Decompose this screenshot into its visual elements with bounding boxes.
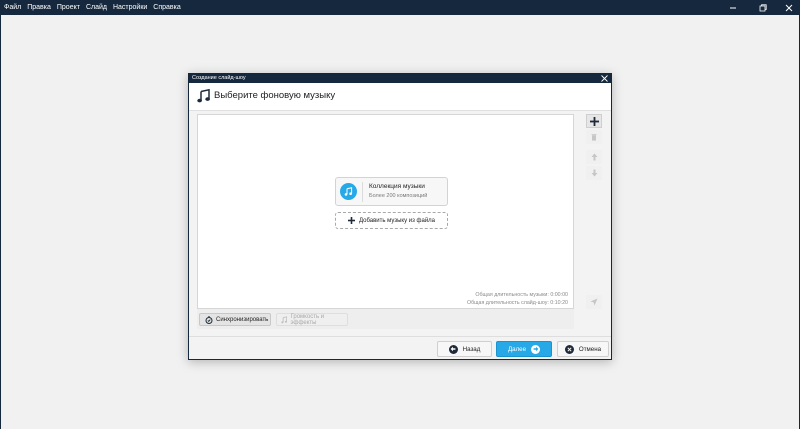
menu-project[interactable]: Проект xyxy=(57,0,80,15)
volume-effects-button[interactable]: Громкость и эффекты xyxy=(276,313,348,326)
total-slideshow-duration: Общая длительность слайд-шоу: 0:10:20 xyxy=(466,300,568,306)
menu-file[interactable]: Файл xyxy=(4,0,21,15)
next-label: Далее xyxy=(507,345,527,353)
music-note-icon xyxy=(281,315,288,323)
slideshow-wizard-dialog: Создание слайд-шоу Выберите фоновую музы… xyxy=(188,73,612,360)
paper-plane-icon xyxy=(590,298,598,306)
minimize-icon xyxy=(730,7,736,8)
maximize-button[interactable] xyxy=(752,0,774,15)
back-button[interactable]: Назад xyxy=(437,341,492,357)
list-toolbar xyxy=(586,113,604,311)
back-label: Назад xyxy=(462,345,481,353)
music-collection-icon xyxy=(340,183,357,200)
synchronize-label: Синхронизировать xyxy=(216,316,269,323)
collection-subtitle: Более 200 композиций xyxy=(369,193,428,199)
menu-help[interactable]: Справка xyxy=(153,0,180,15)
close-window-button[interactable] xyxy=(778,0,800,15)
delete-track-button[interactable] xyxy=(586,130,602,144)
arrow-up-icon xyxy=(591,153,597,161)
close-icon xyxy=(785,4,793,11)
plus-icon xyxy=(347,217,355,224)
panel-action-bar: Синхронизировать Громкость и эффекты xyxy=(197,309,574,329)
dialog-header: Выберите фоновую музыку xyxy=(189,83,611,111)
music-collection-button[interactable]: Коллекция музыки Более 200 композиций xyxy=(335,177,448,206)
music-note-icon xyxy=(344,187,353,196)
cancel-button[interactable]: Отмена xyxy=(557,341,609,357)
page-title: Выберите фоновую музыку xyxy=(214,90,336,101)
trash-icon xyxy=(591,134,597,141)
add-track-button[interactable] xyxy=(586,114,602,128)
arrow-down-icon xyxy=(591,169,597,177)
music-note-icon xyxy=(197,89,210,103)
arrow-left-icon xyxy=(448,344,458,354)
dialog-titlebar: Создание слайд-шоу xyxy=(189,74,611,83)
synchronize-button[interactable]: Синхронизировать xyxy=(199,313,271,326)
send-button[interactable] xyxy=(586,295,602,309)
volume-effects-label: Громкость и эффекты xyxy=(290,313,325,326)
dialog-close-icon[interactable] xyxy=(601,75,608,82)
menu-edit[interactable]: Правка xyxy=(27,0,51,15)
plus-icon xyxy=(589,116,599,126)
footer-divider xyxy=(189,336,611,337)
main-titlebar: Файл Правка Проект Слайд Настройки Справ… xyxy=(0,0,800,15)
move-down-button[interactable] xyxy=(586,166,602,180)
arrow-right-icon xyxy=(531,344,541,354)
cancel-label: Отмена xyxy=(578,345,602,353)
minimize-button[interactable] xyxy=(722,0,744,15)
menu-settings[interactable]: Настройки xyxy=(113,0,147,15)
add-music-from-file-button[interactable]: Добавить музыку из файла xyxy=(335,212,448,229)
add-music-label: Добавить музыку из файла xyxy=(358,217,436,224)
dialog-title: Создание слайд-шоу xyxy=(192,75,246,81)
next-button[interactable]: Далее xyxy=(496,341,552,357)
menu-slide[interactable]: Слайд xyxy=(86,0,107,15)
stopwatch-icon xyxy=(205,315,213,324)
music-list-panel: Коллекция музыки Более 200 композиций До… xyxy=(197,114,574,309)
restore-icon xyxy=(759,3,767,11)
card-divider xyxy=(362,182,363,202)
move-up-button[interactable] xyxy=(586,150,602,164)
collection-title: Коллекция музыки xyxy=(369,183,425,190)
total-music-duration: Общая длительность музыки: 0:00:00 xyxy=(475,292,568,298)
menu-bar: Файл Правка Проект Слайд Настройки Справ… xyxy=(4,0,187,15)
close-circle-icon xyxy=(564,344,574,354)
